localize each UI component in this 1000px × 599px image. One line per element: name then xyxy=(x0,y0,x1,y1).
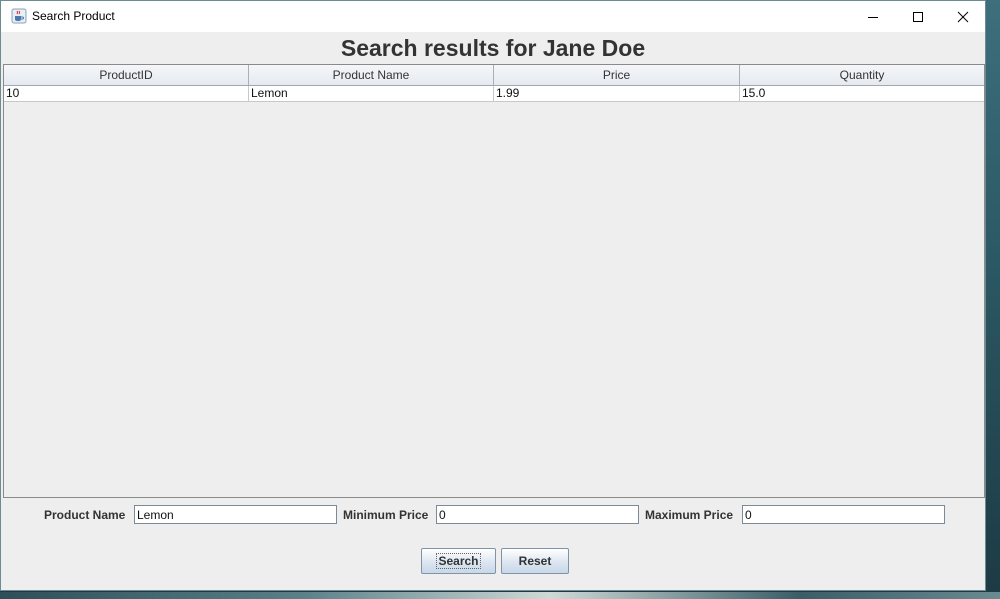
maximize-icon xyxy=(913,11,923,22)
window-title: Search Product xyxy=(32,9,115,23)
search-button[interactable]: Search xyxy=(421,548,496,574)
cell-productid[interactable]: 10 xyxy=(4,86,249,101)
title-bar[interactable]: Search Product xyxy=(1,1,985,32)
minimize-icon xyxy=(868,16,878,18)
minimize-button[interactable] xyxy=(850,1,896,32)
maximum-price-label: Maximum Price xyxy=(645,508,734,522)
product-name-input[interactable] xyxy=(134,505,337,524)
search-product-window: Search Product Search results for Jane D… xyxy=(0,0,986,591)
maximum-price-input[interactable] xyxy=(742,505,945,524)
close-button[interactable] xyxy=(940,1,986,32)
cell-price[interactable]: 1.99 xyxy=(494,86,740,101)
column-header-quantity[interactable]: Quantity xyxy=(740,65,984,85)
table-row[interactable]: 10 Lemon 1.99 15.0 xyxy=(4,86,984,102)
table-header: ProductID Product Name Price Quantity xyxy=(4,65,984,86)
minimum-price-input[interactable] xyxy=(436,505,639,524)
product-name-label: Product Name xyxy=(44,508,126,522)
search-button-label: Search xyxy=(436,553,481,569)
cell-quantity[interactable]: 15.0 xyxy=(740,86,984,101)
desktop-background xyxy=(0,592,1000,599)
minimum-price-label: Minimum Price xyxy=(343,508,429,522)
page-title: Search results for Jane Doe xyxy=(340,35,646,61)
search-form: Product Name Minimum Price Maximum Price xyxy=(1,505,985,525)
reset-button[interactable]: Reset xyxy=(501,548,569,574)
java-cup-icon xyxy=(11,8,27,24)
column-header-price[interactable]: Price xyxy=(494,65,740,85)
column-header-product-name[interactable]: Product Name xyxy=(249,65,494,85)
maximize-button[interactable] xyxy=(895,1,941,32)
reset-button-label: Reset xyxy=(518,554,552,568)
cell-product-name[interactable]: Lemon xyxy=(249,86,494,101)
close-icon xyxy=(957,11,969,22)
column-header-productid[interactable]: ProductID xyxy=(4,65,249,85)
results-table[interactable]: ProductID Product Name Price Quantity 10… xyxy=(3,64,985,498)
